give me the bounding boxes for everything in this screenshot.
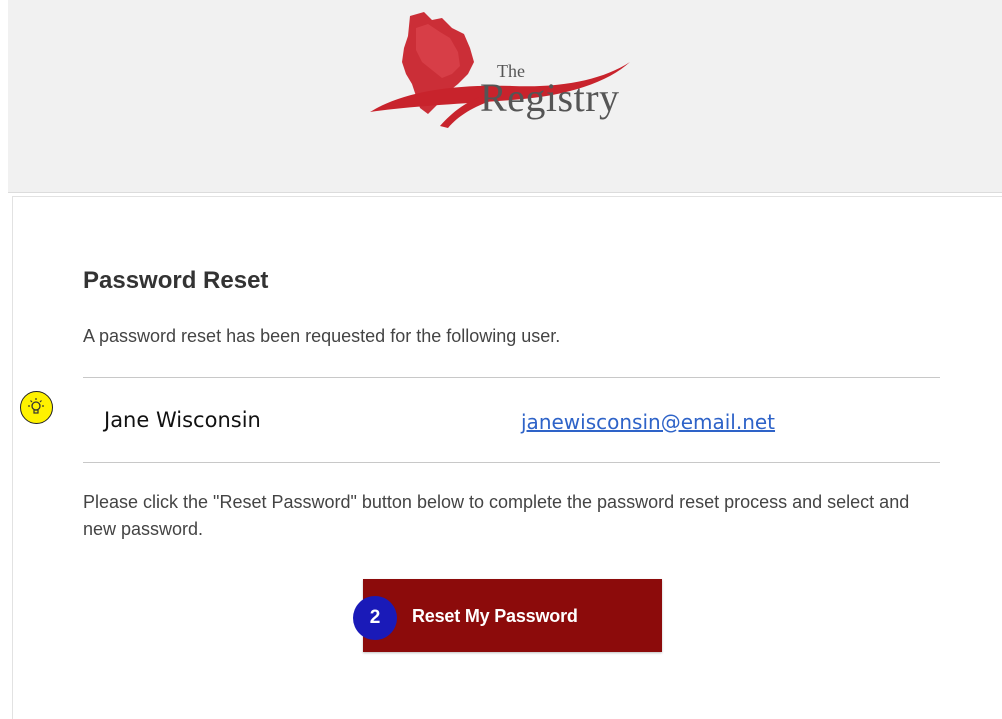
divider-bottom — [83, 462, 940, 463]
step-number-badge: 2 — [353, 596, 397, 640]
page-title: Password Reset — [83, 267, 269, 294]
lightbulb-icon — [28, 398, 44, 414]
logo-name-text: Registry — [480, 75, 620, 120]
tip-badge — [20, 391, 53, 424]
intro-text: A password reset has been requested for … — [83, 326, 561, 346]
instructions-text: Please click the "Reset Password" button… — [83, 492, 910, 539]
registry-logo: The Registry — [362, 8, 642, 148]
reset-my-password-button[interactable]: Reset My Password — [363, 579, 662, 652]
user-email-link[interactable]: janewisconsin@email.net — [521, 410, 775, 434]
reset-button-label: Reset My Password — [412, 606, 578, 626]
page: The Registry Password Reset A password r… — [0, 0, 1002, 719]
user-name: Jane Wisconsin — [104, 408, 261, 432]
divider-top — [83, 377, 940, 378]
